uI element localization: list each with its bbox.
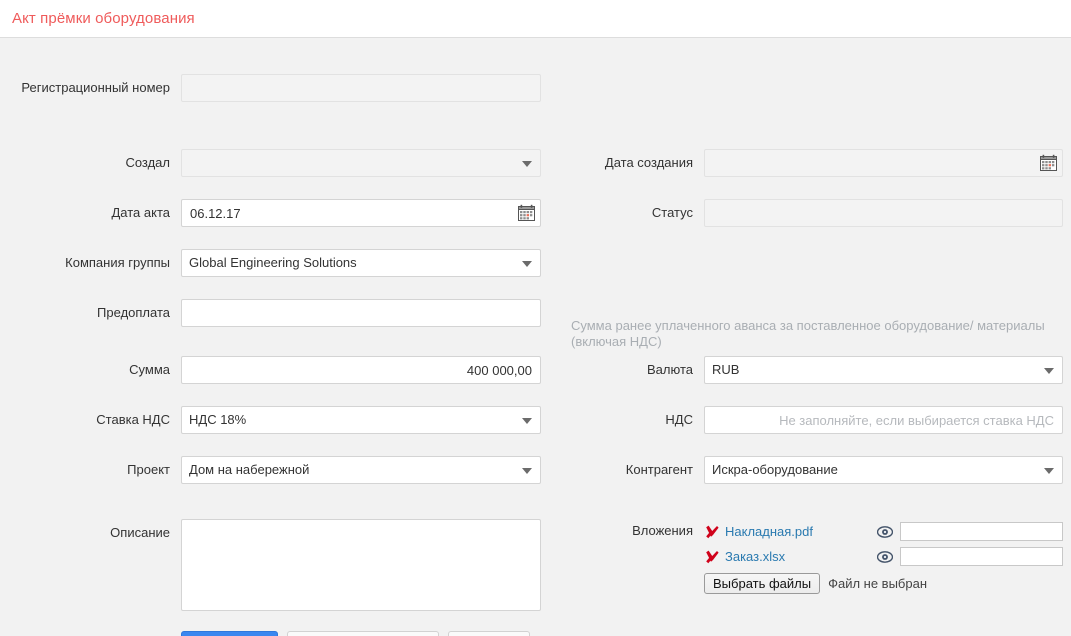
calendar-icon[interactable] [1040,154,1057,171]
label-prepayment: Предоплата [97,305,170,320]
file-status-text: Файл не выбран [828,576,928,591]
label-group-company: Компания группы [65,255,170,270]
file-upload-row: Выбрать файлы Файл не выбран [704,573,1063,594]
label-status: Статус [651,205,693,220]
control-group-company: Global Engineering Solutions [181,249,541,277]
control-description [181,519,541,611]
field-row-registration-number: Регистрационный номер [5,74,541,102]
label-registration-number: Регистрационный номер [21,80,170,95]
vat-input[interactable] [704,406,1063,434]
label-act-date: Дата акта [111,205,171,220]
field-row-counterparty: Контрагент Искра-оборудование [571,456,1063,484]
currency-select[interactable] [704,356,1063,384]
field-row-status: Статус [571,199,1063,227]
eye-icon[interactable] [877,525,893,538]
status-input[interactable] [704,199,1063,227]
field-row-project: Проект Дом на набережной [5,456,541,484]
created-by-select[interactable] [181,149,541,177]
label-currency: Валюта [647,362,693,377]
page-title: Акт прёмки оборудования [12,10,195,27]
save-button[interactable]: Сохранить [181,631,278,636]
description-textarea[interactable] [181,519,541,611]
act-date-input[interactable] [181,199,541,227]
label-description: Описание [110,525,170,540]
page-header: Акт прёмки оборудования [0,0,1071,38]
registration-number-input[interactable] [181,74,541,102]
prepayment-hint-text: Сумма ранее уплаченного аванса за постав… [571,318,1045,349]
attachment-item: Заказ.xlsx [704,544,1063,569]
label-vat: НДС [665,412,693,427]
control-prepayment [181,299,541,327]
attachment-note-input[interactable] [900,522,1063,541]
field-row-prepayment: Предоплата [5,299,541,327]
creation-date-input[interactable] [704,149,1063,177]
red-x-icon[interactable] [704,524,720,540]
attachment-item: Накладная.pdf [704,519,1063,544]
control-registration-number [181,74,541,102]
amount-input[interactable] [181,356,541,384]
label-creation-date: Дата создания [604,155,693,170]
red-x-icon[interactable] [704,549,720,565]
label-attachments: Вложения [632,523,693,538]
field-row-creation-date: Дата создания [571,149,1063,177]
label-project: Проект [127,462,170,477]
close-button[interactable]: Закрыть [447,631,530,636]
control-vat-rate: НДС 18% [181,406,541,434]
control-status [704,199,1063,227]
eye-icon[interactable] [877,550,893,563]
label-amount: Сумма [129,362,170,377]
remove-from-balance-button[interactable]: Удалить из баланса [286,631,439,636]
calendar-icon[interactable] [518,204,535,221]
field-row-description: Описание [5,519,541,611]
field-row-created-by: Создал [5,149,541,177]
control-counterparty: Искра-оборудование [704,456,1063,484]
label-vat-rate: Ставка НДС [96,412,170,427]
control-creation-date [704,149,1063,177]
control-currency: RUB [704,356,1063,384]
group-company-select[interactable] [181,249,541,277]
attachment-note-input[interactable] [900,547,1063,566]
choose-files-button[interactable]: Выбрать файлы [704,573,821,594]
project-select[interactable] [181,456,541,484]
counterparty-select[interactable] [704,456,1063,484]
form-body: Регистрационный номер Создал Дата акта 0… [0,38,1071,636]
attachment-link[interactable]: Заказ.xlsx [725,549,785,564]
field-row-prepayment-hint: Сумма ранее уплаченного аванса за постав… [571,314,1063,350]
field-row-attachments: Вложения Накладная.pdf Заказ.xlsx Выбрат… [571,519,1063,594]
attachments-list: Накладная.pdf Заказ.xlsx Выбрать файлы Ф… [704,519,1063,594]
control-created-by [181,149,541,177]
control-act-date [181,199,541,227]
form-actions: Сохранить Удалить из баланса Закрыть [181,631,530,636]
control-vat [704,406,1063,434]
label-created-by: Создал [125,155,170,170]
control-amount [181,356,541,384]
field-row-amount: Сумма [5,356,541,384]
attachment-link[interactable]: Накладная.pdf [725,524,813,539]
vat-rate-select[interactable] [181,406,541,434]
control-project: Дом на набережной [181,456,541,484]
field-row-vat-rate: Ставка НДС НДС 18% [5,406,541,434]
field-row-group-company: Компания группы Global Engineering Solut… [5,249,541,277]
field-row-act-date: Дата акта [5,199,541,227]
field-row-vat: НДС [571,406,1063,434]
prepayment-input[interactable] [181,299,541,327]
field-row-currency: Валюта RUB [571,356,1063,384]
label-counterparty: Контрагент [625,462,693,477]
